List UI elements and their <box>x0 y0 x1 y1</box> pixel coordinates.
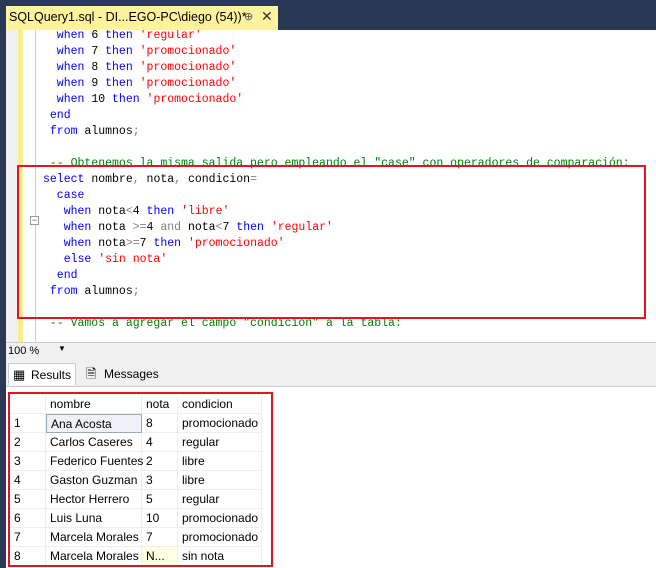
code-token: then <box>105 61 140 74</box>
code-token: 9 <box>91 77 106 90</box>
zoom-level[interactable]: 100 % <box>8 345 39 357</box>
code-line: when 7 then 'promocionado' <box>43 44 236 60</box>
messages-icon: 🗎 <box>86 366 97 381</box>
code-token: 'promocionado' <box>139 45 237 58</box>
code-token: 6 <box>91 30 106 42</box>
title-bar: SQLQuery1.sql - DI...EGO-PC\diego (54))*… <box>0 0 656 30</box>
code-token: 'promocionado' <box>139 77 237 90</box>
code-token: when <box>43 61 92 74</box>
code-token: alumnos <box>84 125 133 138</box>
code-line: when 6 then 'regular' <box>43 30 202 44</box>
code-line: when 10 then 'promocionado' <box>43 92 243 108</box>
zoom-bar: 100 % ▼ <box>6 342 656 359</box>
results-pane: nombre nota condicion 1 Ana Acosta 8 promocion… <box>6 386 656 568</box>
code-token: when <box>43 77 92 90</box>
code-token: 10 <box>91 93 113 106</box>
highlight-box-query <box>17 165 646 319</box>
code-token: when <box>43 93 92 106</box>
code-line: when 8 then 'promocionado' <box>43 60 236 76</box>
code-token: 'promocionado' <box>139 61 237 74</box>
result-tabs: ▦ Results 🗎 Messages <box>6 359 656 386</box>
tab-messages-label: Messages <box>104 367 159 381</box>
document-tab-title: SQLQuery1.sql - DI...EGO-PC\diego (54))* <box>9 10 247 24</box>
code-token: from <box>43 125 85 138</box>
code-token: 'regular' <box>139 30 202 42</box>
tab-results-label: Results <box>31 368 72 382</box>
tab-results[interactable]: ▦ Results <box>8 363 77 385</box>
code-line: end <box>43 108 71 124</box>
code-token: 'promocionado' <box>146 93 244 106</box>
document-tab[interactable]: SQLQuery1.sql - DI...EGO-PC\diego (54))*… <box>6 6 278 30</box>
code-token: 7 <box>91 45 106 58</box>
code-line: when 9 then 'promocionado' <box>43 76 236 92</box>
code-token: then <box>105 45 140 58</box>
code-line: from alumnos; <box>43 124 140 140</box>
code-token: when <box>43 30 92 42</box>
code-token: then <box>105 30 140 42</box>
code-token: end <box>43 109 71 122</box>
pin-icon[interactable]: ⊕ <box>244 10 253 23</box>
query-editor[interactable]: when 5 then 'regular' when 6 then 'regul… <box>6 30 656 342</box>
grid-icon: ▦ <box>13 367 26 382</box>
close-icon[interactable]: ✕ <box>261 8 273 25</box>
code-token: 8 <box>91 61 106 74</box>
chevron-down-icon[interactable]: ▼ <box>58 344 66 353</box>
code-token: then <box>112 93 147 106</box>
highlight-box-results <box>8 392 273 567</box>
tab-messages[interactable]: 🗎 Messages <box>82 363 163 385</box>
code-token: when <box>43 45 92 58</box>
code-token: ; <box>132 125 140 138</box>
code-token: then <box>105 77 140 90</box>
